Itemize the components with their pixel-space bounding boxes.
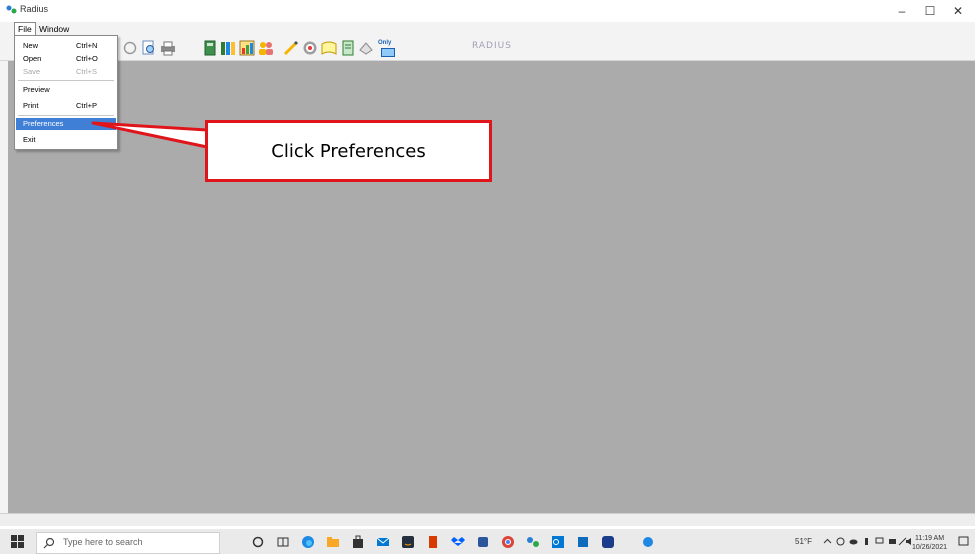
radius-brand-logo: RADIUS [472,41,512,51]
zoom-icon[interactable] [601,535,615,549]
menu-item-label: New [23,41,39,50]
file-menu-dropdown: New Ctrl+N Open Ctrl+O Save Ctrl+S Previ… [14,35,118,150]
toolbar: Only RADIUS [0,36,975,61]
taskbar-search-input[interactable]: Type here to search [36,532,220,554]
radius-app-icon [6,5,17,14]
display-icon[interactable] [875,537,884,546]
sync-icon[interactable] [836,537,845,546]
chrome-icon[interactable] [501,535,515,549]
menu-file[interactable]: File [14,22,36,36]
menu-item-label: Preferences [23,119,64,128]
minimize-button[interactable]: – [890,2,914,20]
amazon-icon[interactable] [401,535,415,549]
search-placeholder: Type here to search [63,537,143,547]
notebook-icon[interactable] [202,40,218,56]
calendar-only-icon[interactable]: Only [378,40,396,57]
pencil-icon[interactable] [283,40,299,56]
menu-item-print[interactable]: Print Ctrl+P [16,100,116,112]
widgets-icon[interactable] [276,535,290,549]
people-icon[interactable] [258,40,274,56]
usb-icon[interactable] [862,537,871,546]
title-bar: Radius – ☐ ✕ [0,0,975,22]
books-icon[interactable] [220,40,236,56]
radius-taskbar-icon[interactable] [526,535,540,549]
menu-item-label: Print [23,101,39,110]
outlook-icon[interactable] [551,535,565,549]
system-clock[interactable]: 11:19 AM 10/26/2021 [912,534,947,552]
chevron-up-icon[interactable] [823,537,832,546]
menu-item-shortcut: Ctrl+O [76,54,98,63]
network-icon[interactable] [888,537,897,546]
menu-item-shortcut: Ctrl+P [76,101,98,110]
calendar-only-label: Only [378,40,392,46]
stamp-icon[interactable] [358,40,374,56]
instruction-callout: Click Preferences [205,120,492,182]
menu-item-exit[interactable]: Exit [16,134,116,146]
menu-item-label: Save [23,67,41,76]
office-icon[interactable] [426,535,440,549]
printer-icon[interactable] [160,40,176,56]
menu-item-preferences[interactable]: Preferences [16,118,116,130]
menu-item-label: Preview [23,85,50,94]
maximize-button[interactable]: ☐ [918,2,942,20]
windows-taskbar: Type here to search 51°F 11:19 AM 10/26/… [0,529,975,554]
menu-separator [18,115,114,116]
weather-temperature[interactable]: 51°F [795,537,812,546]
left-frame-edge [0,61,8,513]
bookshelf-icon[interactable] [321,40,337,56]
menu-item-preview[interactable]: Preview [16,84,116,96]
clock-time: 11:19 AM [914,535,945,542]
menu-separator [18,80,114,81]
app-icon[interactable] [476,535,490,549]
menu-item-open[interactable]: Open Ctrl+O [16,53,116,65]
cloud-icon[interactable] [849,537,858,546]
tray-app-icon[interactable] [641,535,655,549]
print-preview-icon[interactable] [141,40,157,56]
store-icon[interactable] [351,535,365,549]
menu-item-label: Open [23,54,42,63]
teams-icon[interactable] [576,535,590,549]
chart-icon[interactable] [239,40,255,56]
menu-item-save: Save Ctrl+S [16,66,116,78]
status-bar [0,513,975,526]
menu-item-shortcut: Ctrl+S [76,67,98,76]
close-button[interactable]: ✕ [946,2,970,20]
document-icon[interactable] [340,40,356,56]
file-explorer-icon[interactable] [326,535,340,549]
menu-item-new[interactable]: New Ctrl+N [16,40,116,52]
mail-icon[interactable] [376,535,390,549]
refresh-icon[interactable] [122,40,138,56]
callout-text: Click Preferences [271,140,426,162]
search-icon [43,537,55,549]
task-view-icon[interactable] [251,535,265,549]
edge-browser-icon[interactable] [301,535,315,549]
menu-window[interactable]: Window [36,23,72,35]
menu-bar: File Window [0,22,975,36]
menu-item-label: Exit [23,135,36,144]
notification-icon[interactable] [958,536,969,547]
window-title: Radius [20,4,49,14]
menu-item-shortcut: Ctrl+N [76,41,98,50]
clock-date: 10/26/2021 [912,544,948,551]
windows-start-icon[interactable] [11,535,25,549]
target-icon[interactable] [302,40,318,56]
dropbox-icon[interactable] [451,535,465,549]
